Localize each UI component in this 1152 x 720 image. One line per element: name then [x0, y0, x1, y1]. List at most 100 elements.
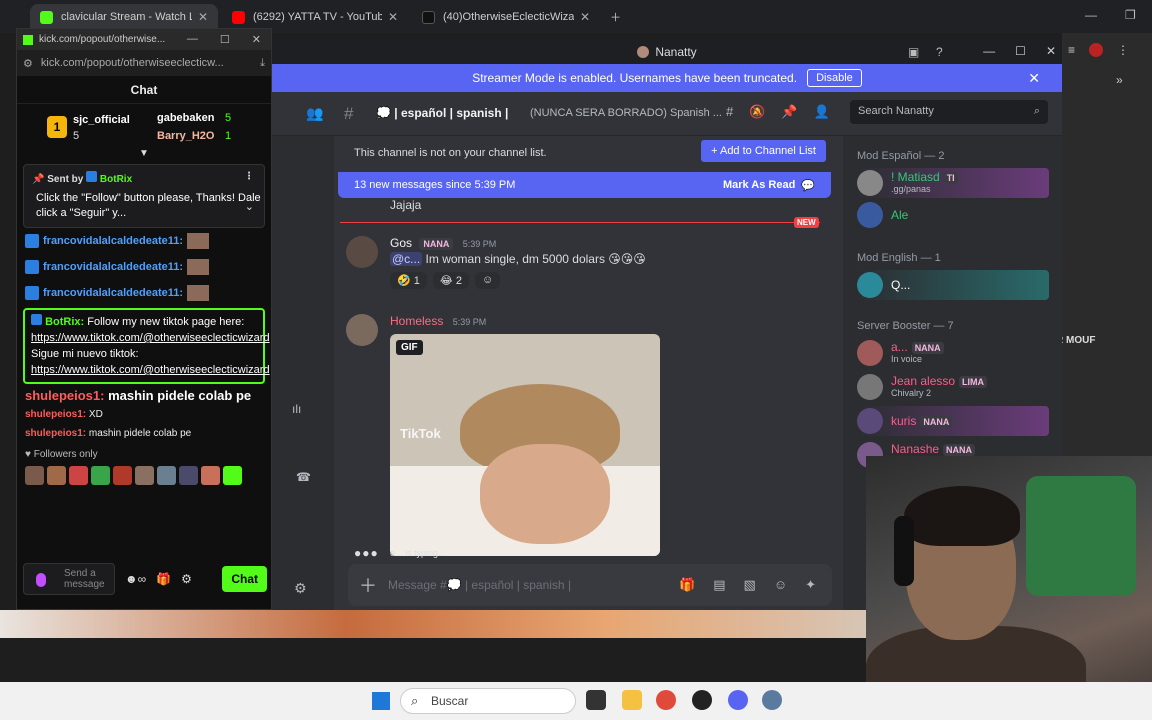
close-icon[interactable]: ✕ [252, 33, 261, 46]
settings-icon[interactable]: ⚙ [294, 580, 307, 597]
popout-address-bar[interactable]: ⚙ kick.com/popout/otherwiseeclecticw... … [17, 50, 271, 76]
author-name[interactable]: Homeless [390, 314, 443, 328]
gifter-name[interactable]: gabebaken [157, 112, 214, 124]
media-icon[interactable]: ≡ [1068, 43, 1075, 57]
site-settings-icon[interactable]: ⚙ [23, 57, 33, 70]
emote-icon[interactable] [223, 466, 242, 485]
gifter-name[interactable]: sjc_official [73, 114, 130, 126]
chevron-down-icon[interactable]: ▼ [139, 148, 149, 159]
new-tab-button[interactable]: ＋ [604, 4, 628, 30]
sticker-icon[interactable]: ▧ [744, 577, 756, 593]
windows-start-icon[interactable] [372, 692, 390, 710]
chat-username[interactable]: shulepeios1: [25, 409, 86, 420]
browser-tab-kick[interactable]: clavicular Stream - Watch Live o ✕ [30, 4, 218, 30]
add-to-channel-list-button[interactable]: + Add to Channel List [701, 140, 826, 162]
close-tab-icon[interactable]: ✕ [388, 10, 398, 24]
voice-icon[interactable]: ılı [292, 402, 301, 416]
add-attachment-icon[interactable]: ＋ [348, 572, 388, 598]
avatar[interactable] [346, 314, 378, 346]
file-explorer-icon[interactable] [622, 690, 642, 710]
send-chat-button[interactable]: Chat [222, 566, 267, 592]
member-item[interactable]: a... NANA In voice [857, 338, 1049, 368]
reaction[interactable]: 🤣 1 [390, 272, 427, 289]
chat-username[interactable]: BotRix: [45, 316, 84, 328]
gift-icon[interactable]: 🎁 [156, 572, 171, 586]
disconnect-icon[interactable]: ☎ [296, 470, 311, 484]
pinned-sender[interactable]: BotRix [100, 174, 132, 185]
settings-icon[interactable]: ⚙ [181, 572, 192, 586]
chrome-icon[interactable] [656, 690, 676, 710]
gift-icon[interactable]: 🎁 [679, 577, 695, 593]
message-input[interactable]: ＋ Message #💭 | español | spanish | 🎁 ▤ ▧… [348, 564, 832, 606]
emote-picker-icon[interactable]: ☻∞ [125, 572, 146, 586]
taskbar-search[interactable]: ⌕ Buscar [400, 688, 576, 714]
search-input[interactable]: Search Nanatty ⌕ [850, 100, 1048, 124]
author-name[interactable]: Gos [390, 236, 412, 250]
emote-icon[interactable] [91, 466, 110, 485]
emote-icon[interactable] [113, 466, 132, 485]
close-tab-icon[interactable]: ✕ [580, 10, 590, 24]
close-tab-icon[interactable]: ✕ [198, 10, 208, 24]
emote-icon[interactable] [157, 466, 176, 485]
member-list-icon[interactable]: 👤 [814, 104, 830, 120]
avatar[interactable] [346, 236, 378, 268]
add-reaction-icon[interactable]: ☺ [474, 272, 501, 289]
expand-icon[interactable]: ⌄ [245, 200, 254, 213]
mention[interactable]: @c... [390, 252, 423, 266]
more-icon[interactable]: ⋮ [244, 171, 254, 182]
reaction[interactable]: 😂 2 [432, 272, 469, 289]
task-view-icon[interactable] [586, 690, 606, 710]
browser-tab-tiktok[interactable]: (40)OtherwiseEclecticWizard (@ ✕ [412, 4, 600, 30]
gif-embed[interactable]: GIF TikTok [390, 334, 660, 556]
emote-icon[interactable] [201, 466, 220, 485]
pin-icon[interactable]: 📌 [781, 104, 797, 120]
download-icon[interactable]: ⤓ [260, 57, 265, 70]
chat-username[interactable]: shulepeios1: [25, 388, 104, 403]
member-item[interactable]: ! Matiasd TI .gg/panas [857, 168, 1049, 198]
settings-icon[interactable] [762, 690, 782, 710]
emote-icon[interactable] [135, 466, 154, 485]
profile-icon[interactable] [1089, 43, 1104, 57]
mic-icon[interactable] [36, 573, 46, 587]
emote-icon[interactable] [69, 466, 88, 485]
add-friend-icon[interactable]: 👥 [306, 105, 323, 122]
apps-icon[interactable]: ✦ [805, 577, 816, 593]
tiktok-link[interactable]: https://www.tiktok.com/@otherwiseeclecti… [31, 364, 270, 376]
emote-icon[interactable] [47, 466, 66, 485]
maximize-icon[interactable]: ☐ [220, 33, 230, 46]
gif-icon[interactable]: ▤ [713, 577, 725, 593]
minimize-icon[interactable]: — [1085, 8, 1097, 22]
maximize-icon[interactable]: ❐ [1125, 8, 1136, 22]
chat-username[interactable]: francovidalalcaldedeate11: [43, 261, 183, 273]
chat-username[interactable]: francovidalalcaldedeate11: [43, 235, 183, 247]
notifications-icon[interactable]: 🔕 [749, 104, 765, 120]
maximize-icon[interactable]: ☐ [1015, 44, 1026, 58]
menu-icon[interactable]: ⋮ [1117, 43, 1129, 57]
minimize-icon[interactable]: — [983, 44, 995, 58]
obs-icon[interactable] [692, 690, 712, 710]
close-banner-icon[interactable]: ✕ [1028, 70, 1040, 87]
member-item[interactable]: kuris NANA [857, 406, 1049, 436]
help-icon[interactable]: ? [936, 45, 943, 59]
mark-as-read-button[interactable]: Mark As Read [723, 179, 795, 191]
browser-tab-youtube[interactable]: (6292) YATTA TV - YouTube ✕ [222, 4, 408, 30]
member-item[interactable]: Ale [857, 200, 1049, 230]
disable-button[interactable]: Disable [807, 69, 862, 87]
emote-icon[interactable] [179, 466, 198, 485]
emote-icon[interactable] [25, 466, 44, 485]
member-item[interactable]: Jean alesso LIMA Chivalry 2 [857, 372, 1049, 402]
chat-username[interactable]: shulepeios1: [25, 428, 86, 439]
discord-icon[interactable] [728, 690, 748, 710]
member-item[interactable]: Q... [857, 270, 1049, 300]
new-messages-bar[interactable]: 13 new messages since 5:39 PM Mark As Re… [338, 172, 831, 198]
chevron-right-icon[interactable]: » [1116, 73, 1123, 87]
minimize-icon[interactable]: — [187, 33, 198, 46]
chat-username[interactable]: francovidalalcaldedeate11: [43, 287, 183, 299]
emoji-icon[interactable]: ☺ [774, 577, 787, 593]
inbox-icon[interactable]: ▣ [908, 45, 919, 59]
chat-input[interactable]: Send a message [23, 563, 115, 595]
gifter-name[interactable]: Barry_H2O [157, 130, 214, 142]
channel-topic[interactable]: (NUNCA SERA BORRADO) Spanish ... [530, 107, 722, 119]
close-icon[interactable]: ✕ [1046, 44, 1056, 58]
threads-icon[interactable]: # [726, 104, 733, 120]
